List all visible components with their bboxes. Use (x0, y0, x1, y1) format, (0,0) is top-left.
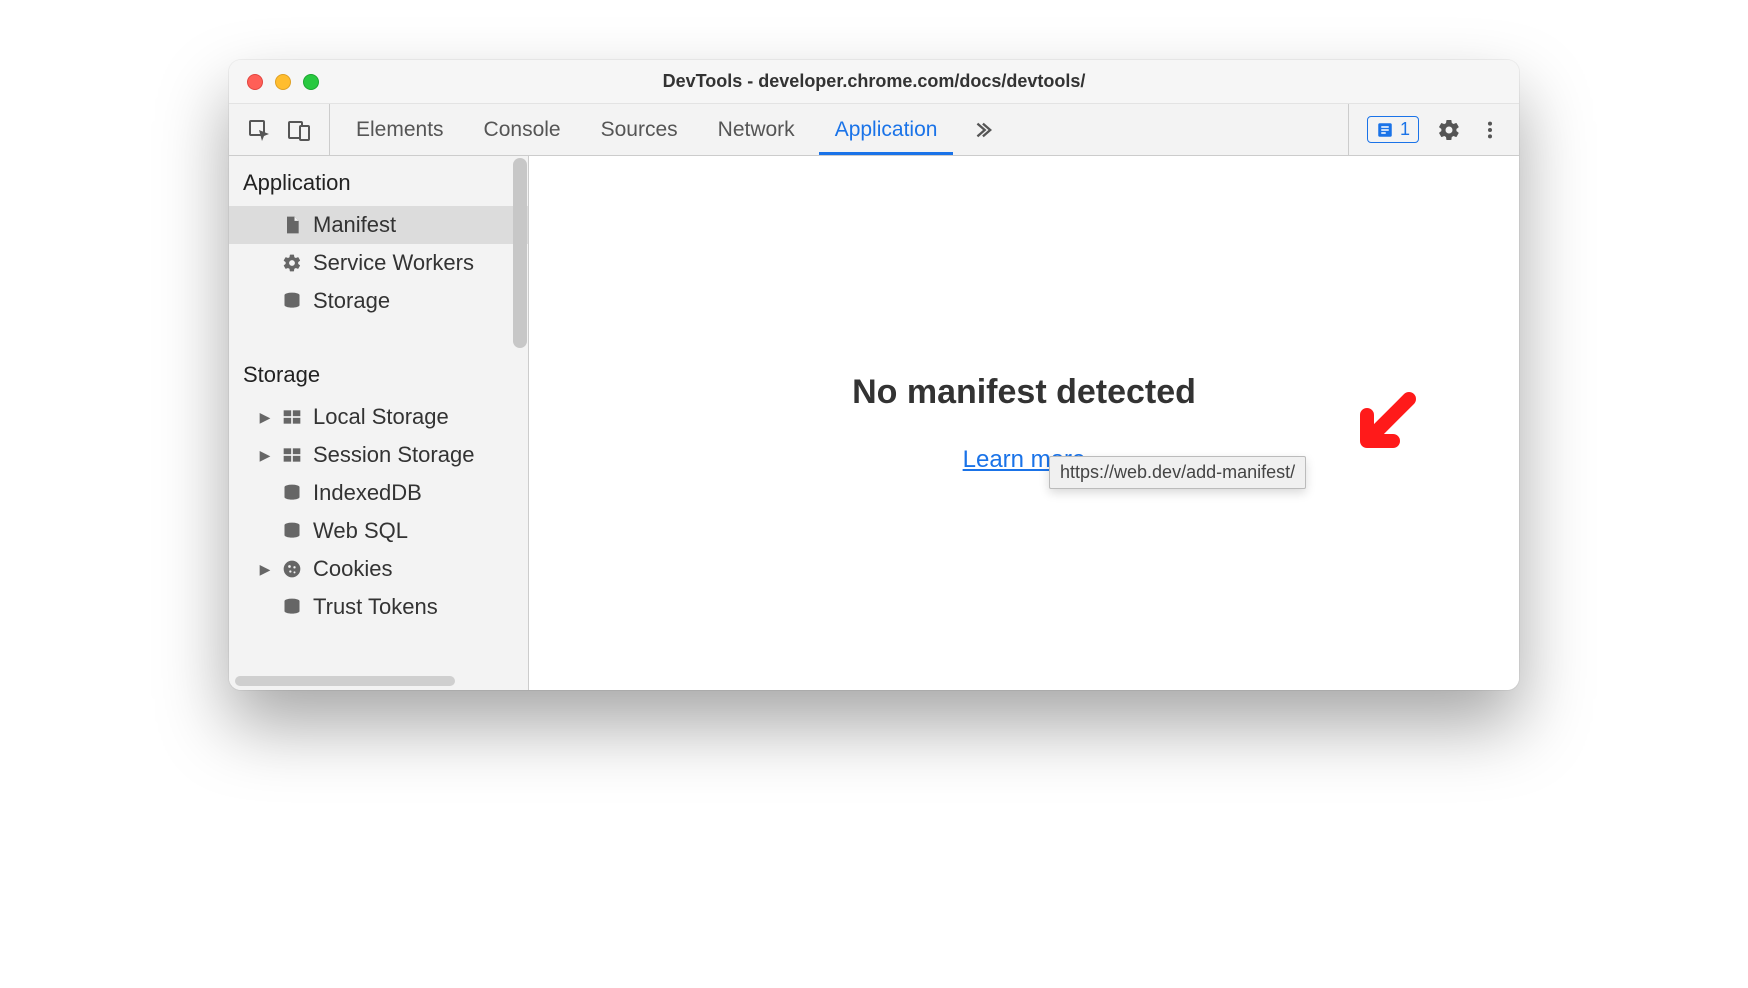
database-icon (281, 521, 303, 541)
toolbar-right: 1 (1348, 104, 1519, 155)
sidebar-item-websql[interactable]: Web SQL (229, 512, 528, 550)
sidebar-scrollbar[interactable] (513, 158, 527, 348)
toolbar-left (229, 104, 330, 155)
sidebar-item-service-workers[interactable]: Service Workers (229, 244, 528, 282)
close-window-button[interactable] (247, 74, 263, 90)
sidebar-item-manifest[interactable]: Manifest (229, 206, 528, 244)
annotation-arrow-icon (1349, 391, 1419, 466)
tab-network[interactable]: Network (698, 104, 815, 155)
tab-sources[interactable]: Sources (581, 104, 698, 155)
tab-elements[interactable]: Elements (336, 104, 464, 155)
sidebar-item-label: Service Workers (313, 250, 474, 276)
panel-tabs: Elements Console Sources Network Applica… (330, 104, 1348, 155)
empty-state-heading: No manifest detected (852, 373, 1196, 412)
section-application-title: Application (229, 156, 528, 206)
sidebar-item-indexeddb[interactable]: IndexedDB (229, 474, 528, 512)
kebab-menu-icon[interactable] (1479, 119, 1501, 141)
chevron-right-icon[interactable]: ▶ (259, 561, 271, 578)
traffic-lights (247, 74, 319, 90)
sidebar-item-label: Cookies (313, 556, 392, 582)
inspect-element-icon[interactable] (247, 118, 271, 142)
link-url-tooltip: https://web.dev/add-manifest/ (1049, 456, 1306, 489)
chevron-right-icon[interactable]: ▶ (259, 447, 271, 464)
document-icon (281, 215, 303, 235)
database-icon (281, 597, 303, 617)
tab-console[interactable]: Console (464, 104, 581, 155)
sidebar-horizontal-scrollbar[interactable] (235, 676, 455, 686)
cookie-icon (281, 559, 303, 579)
sidebar-item-label: Local Storage (313, 404, 449, 430)
gear-icon (281, 253, 303, 273)
grid-icon (281, 445, 303, 465)
sidebar-item-trust-tokens[interactable]: Trust Tokens (229, 588, 528, 626)
grid-icon (281, 407, 303, 427)
sidebar-item-storage[interactable]: Storage (229, 282, 528, 320)
sidebar-item-label: IndexedDB (313, 480, 422, 506)
device-toggle-icon[interactable] (287, 118, 311, 142)
database-icon (281, 483, 303, 503)
database-icon (281, 291, 303, 311)
issues-count: 1 (1400, 119, 1410, 140)
tab-application[interactable]: Application (815, 104, 958, 155)
sidebar-item-label: Trust Tokens (313, 594, 438, 620)
section-storage-title: Storage (229, 348, 528, 398)
panel-body: Application Manifest Service Workers (229, 156, 1519, 690)
sidebar-item-session-storage[interactable]: ▶ Session Storage (229, 436, 528, 474)
sidebar-item-cookies[interactable]: ▶ Cookies (229, 550, 528, 588)
main-panel: No manifest detected Learn more https://… (529, 156, 1519, 690)
devtools-toolbar: Elements Console Sources Network Applica… (229, 104, 1519, 156)
window-titlebar: DevTools - developer.chrome.com/docs/dev… (229, 60, 1519, 104)
settings-icon[interactable] (1437, 118, 1461, 142)
sidebar-item-label: Web SQL (313, 518, 408, 544)
issues-counter[interactable]: 1 (1367, 116, 1419, 143)
more-tabs-button[interactable] (957, 104, 1007, 155)
sidebar-item-label: Manifest (313, 212, 396, 238)
sidebar-item-local-storage[interactable]: ▶ Local Storage (229, 398, 528, 436)
chevron-right-icon[interactable]: ▶ (259, 409, 271, 426)
zoom-window-button[interactable] (303, 74, 319, 90)
sidebar-item-label: Session Storage (313, 442, 474, 468)
application-sidebar: Application Manifest Service Workers (229, 156, 529, 690)
minimize-window-button[interactable] (275, 74, 291, 90)
window-title: DevTools - developer.chrome.com/docs/dev… (663, 71, 1086, 92)
devtools-window: DevTools - developer.chrome.com/docs/dev… (229, 60, 1519, 690)
sidebar-item-label: Storage (313, 288, 390, 314)
